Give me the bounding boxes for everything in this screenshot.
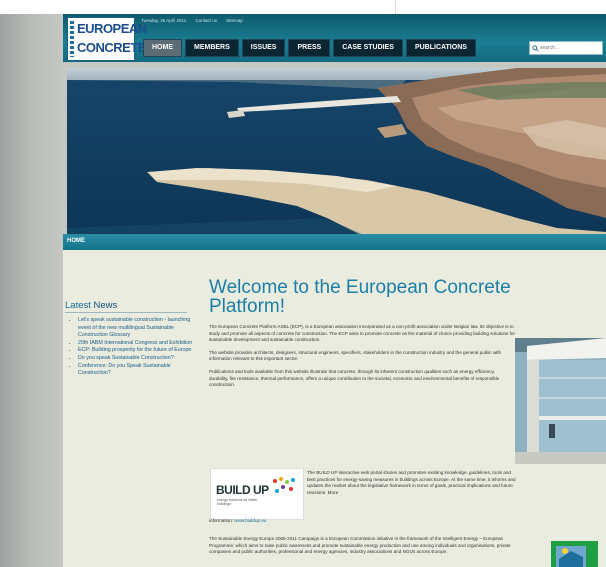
nav-issues[interactable]: ISSUES [241,39,286,57]
page: EUROPEAN CONCRETE Tuesday, 26 April 2011… [0,0,606,567]
site-logo[interactable]: EUROPEAN CONCRETE [67,17,147,61]
sustainable-energy-logo[interactable] [551,541,598,567]
buildup-info: information: www.buildup.eu [209,518,529,523]
nav-case-studies[interactable]: CASE STUDIES [333,39,403,57]
nav-home[interactable]: HOME [143,39,182,57]
news-item-4[interactable]: Do you speak Sustainable Construction? [78,355,198,363]
news-item-1[interactable]: Let's speak sustainable construction - l… [78,317,198,340]
news-item-5[interactable]: Conference: Do you Speak Sustainable Con… [78,363,198,378]
building-photo [515,338,606,464]
search-box [529,41,603,55]
breadcrumb-bar: HOME [63,234,606,250]
search-input[interactable] [540,43,598,53]
latest-news-title: Latest News [65,300,117,311]
dateline: Tuesday, 26 April 2011 Contact us Sitema… [141,18,251,23]
intro-text: The European Concrete Platform ASBL (ECP… [209,324,515,395]
hero-image [67,68,606,238]
latest-news-title-part2: News [93,300,118,311]
intro-paragraph-2: The website provides architects, designe… [209,349,502,362]
current-date: Tuesday, 26 April 2011 [141,18,187,23]
news-item-3[interactable]: ECP: Building prosperity for the future … [78,347,198,355]
search-icon[interactable] [530,43,540,53]
news-list: Let's speak sustainable construction - l… [71,317,198,378]
news-item-2[interactable]: 20th IABM International Congress and Exh… [78,340,198,348]
buildup-link[interactable]: www.buildup.eu [234,518,266,523]
logo-line-2: CONCRETE [77,40,146,55]
page-title: Welcome to the European Concrete Platfor… [209,277,511,317]
buildup-logo[interactable]: BUILD UP energy solutions for better bui… [210,468,304,520]
site-wrapper: EUROPEAN CONCRETE Tuesday, 26 April 2011… [0,14,606,567]
nav-press[interactable]: PRESS [288,39,331,57]
buildup-logo-title: BUILD UP [216,483,269,497]
breadcrumb-home[interactable]: HOME [67,238,85,244]
sidebar-divider [65,312,187,313]
info-label: information: [209,518,234,523]
latest-news-title-part1: Latest [65,300,91,311]
intro-paragraph-3: Publications and tools available from th… [209,368,500,388]
sitemap-link[interactable]: Sitemap [226,18,243,23]
nav-publications[interactable]: PUBLICATIONS [405,39,476,57]
contact-link[interactable]: Contact us [195,18,217,23]
content-area: Latest News Let's speak sustainable cons… [63,250,606,567]
sustainable-energy-text: The Sustainable Energy Europe 2005-2011 … [209,536,511,555]
intro-paragraph-1: The European Concrete Platform ASBL (ECP… [209,324,515,343]
nav-members[interactable]: MEMBERS [185,39,239,57]
buildup-text: The BUILD UP interactive web portal shar… [307,470,516,495]
corner-box [395,0,606,15]
logo-line-1: EUROPEAN [77,21,147,36]
buildup-logo-subtitle: energy solutions for better buildings [217,498,258,506]
logo-mark [70,21,74,57]
main-nav: HOME MEMBERS ISSUES PRESS CASE STUDIES P… [143,39,476,57]
site-header: EUROPEAN CONCRETE Tuesday, 26 April 2011… [63,14,606,62]
